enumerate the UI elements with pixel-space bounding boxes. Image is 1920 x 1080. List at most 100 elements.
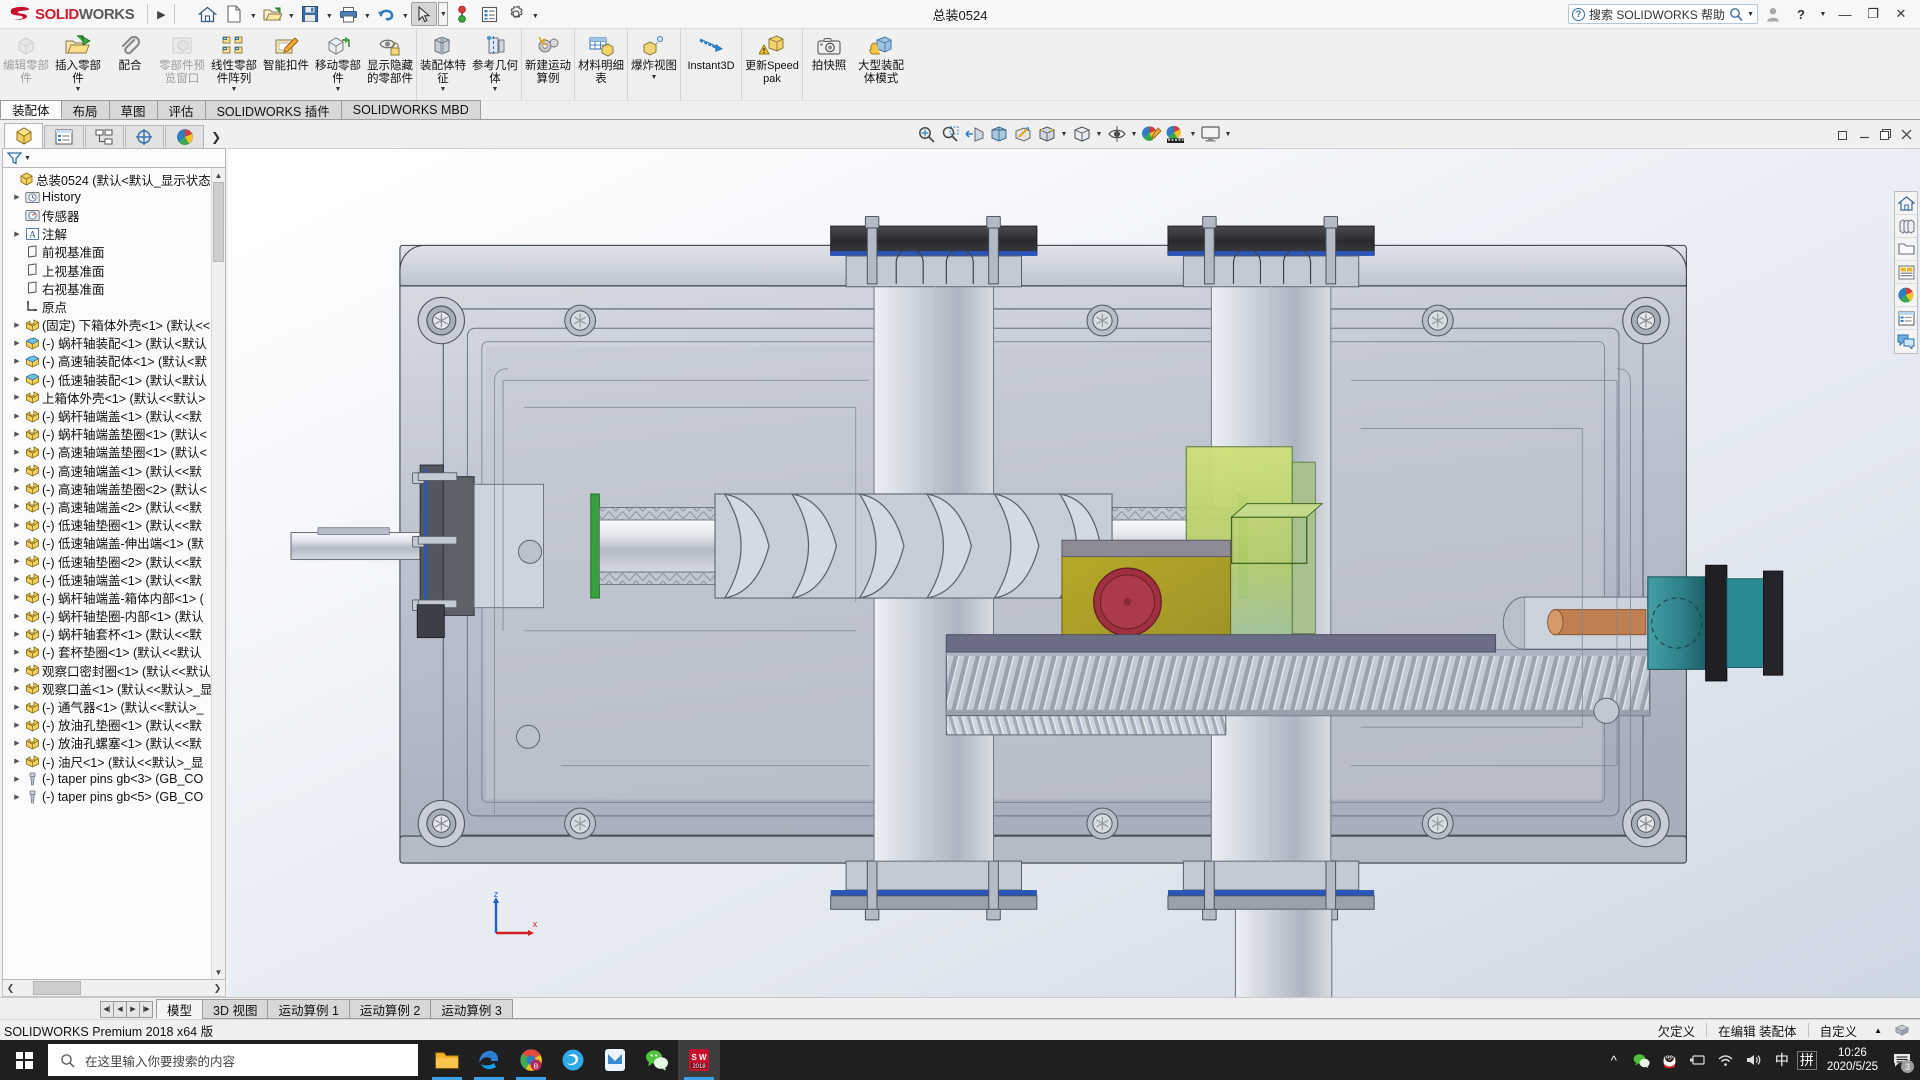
view-settings-icon[interactable] <box>1200 123 1222 145</box>
ime-chinese-icon[interactable]: 中 <box>1769 1040 1795 1080</box>
tree-node[interactable]: ▶ (-) 低速轴端盖-伸出端<1> (默 <box>3 534 211 552</box>
new-document-icon[interactable] <box>221 2 247 26</box>
tree-node[interactable]: ▶ (-) 高速轴端盖<1> (默认<<默 <box>3 461 211 479</box>
feature-tree-scrollbar[interactable]: ▲ ▼ <box>211 168 225 979</box>
tree-node[interactable]: ▶ (-) 高速轴端盖<2> (默认<<默 <box>3 497 211 515</box>
hide-show-dropdown[interactable]: ▼ <box>1130 123 1139 145</box>
status-custom-config[interactable]: 自定义 <box>1809 1022 1869 1039</box>
command-show-hidden-components[interactable]: 显示隐藏的零部件 <box>364 30 416 98</box>
scroll-down-icon[interactable]: ▼ <box>212 965 225 979</box>
tree-toggle-icon[interactable]: ▶ <box>11 412 23 420</box>
tree-toggle-icon[interactable]: ▶ <box>11 721 23 729</box>
options-list-icon[interactable] <box>476 2 502 26</box>
doc-tab-3d-views[interactable]: 3D 视图 <box>202 999 269 1019</box>
status-expand-caret[interactable]: ▲ <box>1868 1022 1888 1038</box>
tree-node[interactable]: 右视基准面 <box>3 279 211 297</box>
view-orientation-cube-icon[interactable] <box>988 123 1010 145</box>
open-folder-icon[interactable] <box>259 2 285 26</box>
save-icon[interactable] <box>297 2 323 26</box>
user-icon[interactable] <box>1760 2 1786 26</box>
options-dropdown[interactable]: ▼ <box>530 2 540 26</box>
tree-node[interactable]: ▶ (-) 蜗杆轴垫圈-内部<1> (默认 <box>3 607 211 625</box>
zoom-to-fit-icon[interactable] <box>916 123 938 145</box>
command-linear-component-pattern[interactable]: 线性零部件阵列 ▼ <box>208 30 260 98</box>
more-tabs-chevron-right-icon[interactable]: ❯ <box>205 125 227 148</box>
appearances-scenes-icon[interactable] <box>1895 284 1917 307</box>
hscroll-track[interactable] <box>18 980 210 996</box>
command-dropdown-caret[interactable]: ▼ <box>335 86 342 93</box>
tree-toggle-icon[interactable]: ▶ <box>11 466 23 474</box>
tree-toggle-icon[interactable]: ▶ <box>11 448 23 456</box>
command-update-speedpak[interactable]: 更新Speedpak <box>742 30 802 98</box>
usb-eject-icon[interactable] <box>1685 1040 1711 1080</box>
apply-scene-dropdown[interactable]: ▼ <box>1189 123 1198 145</box>
360-browser-icon[interactable] <box>552 1040 594 1080</box>
command-dropdown-caret[interactable]: ▼ <box>492 86 499 93</box>
filter-dropdown-caret[interactable]: ▼ <box>24 155 31 162</box>
home-icon[interactable] <box>194 2 220 26</box>
command-dropdown-caret[interactable]: ▼ <box>231 86 238 93</box>
new-document-dropdown[interactable]: ▼ <box>248 2 258 26</box>
qq-penguin-tray-icon[interactable] <box>1657 1040 1683 1080</box>
command-component-preview[interactable]: 零部件预览窗口 <box>156 30 208 98</box>
view-settings-dropdown[interactable]: ▼ <box>1224 123 1233 145</box>
maximize-icon[interactable] <box>1875 124 1895 144</box>
display-manager-tab[interactable] <box>165 125 205 148</box>
print-icon[interactable] <box>335 2 361 26</box>
print-dropdown[interactable]: ▼ <box>362 2 372 26</box>
tree-toggle-icon[interactable]: ▶ <box>11 193 23 201</box>
tree-node[interactable]: ▶ (-) 低速轴垫圈<1> (默认<<默 <box>3 516 211 534</box>
ime-pinyin-icon[interactable]: 拼 <box>1796 1050 1817 1070</box>
command-insert-component[interactable]: 插入零部件 ▼ <box>52 30 104 98</box>
tree-node[interactable]: ▶ (-) 放油孔垫圈<1> (默认<<默 <box>3 716 211 734</box>
tree-toggle-icon[interactable]: ▶ <box>11 648 23 656</box>
restore-down-icon[interactable] <box>1833 124 1853 144</box>
save-dropdown[interactable]: ▼ <box>324 2 334 26</box>
apply-scene-icon[interactable] <box>1165 123 1187 145</box>
scroll-thumb[interactable] <box>213 182 224 262</box>
design-library-icon[interactable] <box>1895 215 1917 238</box>
tree-toggle-icon[interactable]: ▶ <box>11 230 23 238</box>
tree-toggle-icon[interactable]: ▶ <box>11 775 23 783</box>
command-dropdown-caret[interactable]: ▼ <box>651 74 658 81</box>
tab-solidworks-addins[interactable]: SOLIDWORKS 插件 <box>204 100 342 119</box>
select-dropdown[interactable]: ▼ <box>438 2 449 26</box>
help-dropdown-caret[interactable]: ▼ <box>1816 2 1830 26</box>
command-move-component[interactable]: 移动零部件 ▼ <box>312 30 364 98</box>
hide-show-items-icon[interactable] <box>1106 123 1128 145</box>
command-large-assembly-mode[interactable]: 大型装配体模式 <box>855 30 907 98</box>
search-icon[interactable] <box>1729 7 1743 21</box>
help-search-box[interactable]: ? 搜索 SOLIDWORKS 帮助 ▼ <box>1568 4 1758 24</box>
tree-node[interactable]: ▶ (-) 蜗杆轴套杯<1> (默认<<默 <box>3 625 211 643</box>
file-explorer-icon[interactable] <box>1895 238 1917 261</box>
solidworks-2018-icon[interactable]: S W 2018 <box>678 1040 720 1080</box>
tree-node[interactable]: 传感器 <box>3 206 211 224</box>
tree-node[interactable]: ▶ (-) 蜗杆轴端盖<1> (默认<<默 <box>3 406 211 424</box>
tab-assembly[interactable]: 装配体 <box>0 100 62 119</box>
edit-appearance-icon[interactable] <box>1141 123 1163 145</box>
tree-node[interactable]: ▶ (-) taper pins gb<3> (GB_CO <box>3 770 211 788</box>
hscroll-thumb[interactable] <box>33 981 82 995</box>
tree-toggle-icon[interactable]: ▶ <box>11 666 23 674</box>
nav-next-icon[interactable]: ▶ <box>126 1000 140 1018</box>
command-exploded-view[interactable]: 爆炸视图 ▼ <box>628 30 680 98</box>
display-style-dropdown[interactable]: ▼ <box>1060 123 1069 145</box>
previous-view-icon[interactable] <box>1012 123 1034 145</box>
wechat-tray-icon[interactable] <box>1629 1040 1655 1080</box>
tree-node[interactable]: ▶ 上箱体外壳<1> (默认<<默认> <box>3 388 211 406</box>
tree-toggle-icon[interactable]: ▶ <box>11 430 23 438</box>
tree-node[interactable]: ▶ History <box>3 188 211 206</box>
taskbar-search-input[interactable]: 在这里输入你要搜索的内容 <box>48 1044 418 1076</box>
tree-node[interactable]: ▶ 观察口密封圈<1> (默认<<默认 <box>3 661 211 679</box>
nav-first-icon[interactable]: ◀| <box>100 1000 114 1018</box>
feature-tree-tab[interactable] <box>4 123 44 148</box>
chrome-browser-icon[interactable]: B <box>510 1040 552 1080</box>
tree-toggle-icon[interactable]: ▶ <box>11 393 23 401</box>
help-search-dropdown[interactable]: ▼ <box>1747 11 1754 18</box>
command-reference-geometry[interactable]: 参考几何体 ▼ <box>469 30 521 98</box>
command-bill-of-materials[interactable]: 材料明细表 <box>575 30 627 98</box>
feature-tree-hscrollbar[interactable]: ❮ ❯ <box>2 980 226 997</box>
open-dropdown[interactable]: ▼ <box>286 2 296 26</box>
hscroll-right-icon[interactable]: ❯ <box>210 983 225 994</box>
tree-toggle-icon[interactable]: ▶ <box>11 793 23 801</box>
